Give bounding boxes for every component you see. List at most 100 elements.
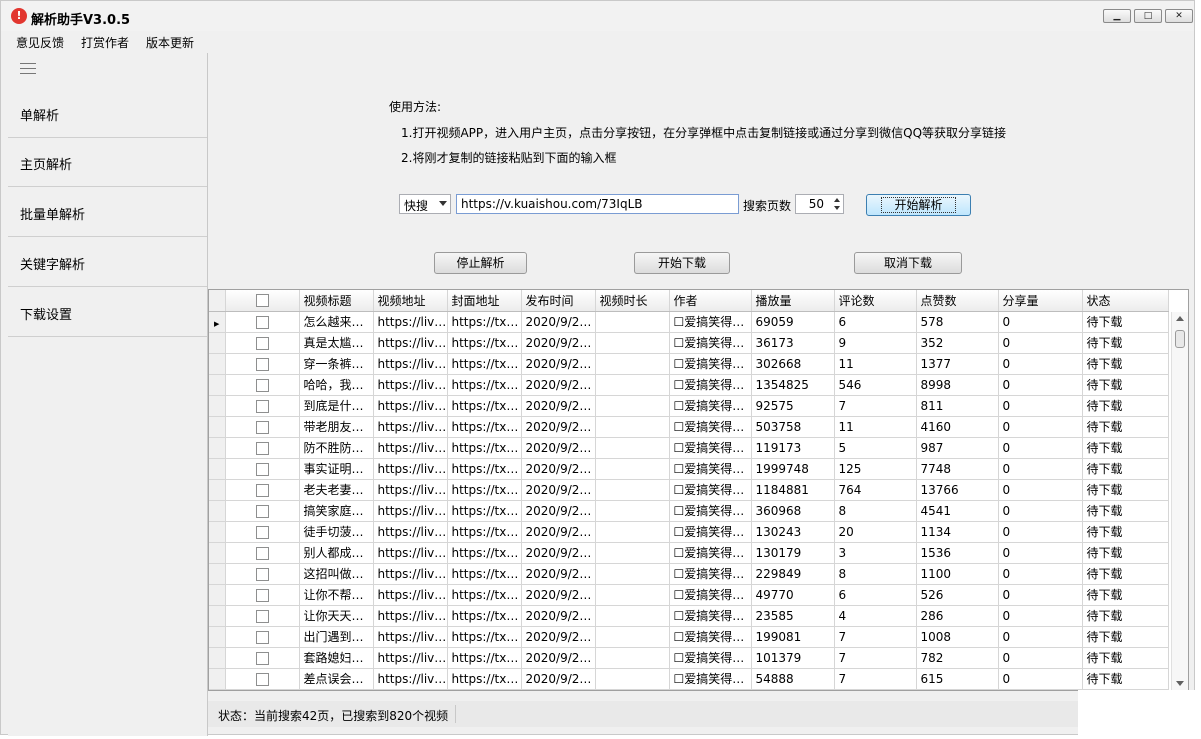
table-cell[interactable]: https://tx…: [447, 605, 522, 627]
table-cell[interactable]: 782: [916, 647, 999, 669]
table-cell[interactable]: ☐爱搞笑得…: [669, 521, 752, 543]
table-cell[interactable]: 526: [916, 584, 999, 606]
table-cell[interactable]: 8: [834, 500, 917, 522]
table-cell[interactable]: 待下载: [1082, 395, 1169, 417]
table-cell[interactable]: 1354825: [751, 374, 835, 396]
column-header[interactable]: 视频标题: [299, 290, 374, 312]
table-cell[interactable]: 老夫老妻…: [299, 479, 374, 501]
table-cell[interactable]: 让你不帮…: [299, 584, 374, 606]
table-cell[interactable]: 0: [998, 647, 1083, 669]
table-cell[interactable]: 2020/9/2…: [521, 605, 596, 627]
stop-parse-button[interactable]: 停止解析: [434, 252, 527, 274]
table-cell[interactable]: 0: [998, 500, 1083, 522]
table-cell[interactable]: https://tx…: [447, 353, 522, 375]
table-cell[interactable]: 待下载: [1082, 668, 1169, 690]
table-cell[interactable]: https://tx…: [447, 332, 522, 354]
column-header[interactable]: 封面地址: [447, 290, 522, 312]
table-cell[interactable]: 2020/9/2…: [521, 584, 596, 606]
table-cell[interactable]: 0: [998, 563, 1083, 585]
table-cell[interactable]: 352: [916, 332, 999, 354]
table-cell[interactable]: ☐爱搞笑得…: [669, 458, 752, 480]
table-cell[interactable]: 1100: [916, 563, 999, 585]
stepper-down-icon[interactable]: [834, 206, 840, 210]
table-cell[interactable]: 待下载: [1082, 311, 1169, 333]
table-cell[interactable]: https://liv…: [373, 563, 448, 585]
table-row[interactable]: 到底是什… https://liv… https://tx… 2020/9/2… ☐爱搞…: [209, 395, 1169, 417]
table-cell[interactable]: ☐爱搞笑得…: [669, 500, 752, 522]
table-cell[interactable]: https://liv…: [373, 311, 448, 333]
table-cell[interactable]: https://tx…: [447, 437, 522, 459]
platform-select[interactable]: 快搜: [399, 194, 451, 214]
column-header[interactable]: 发布时间: [521, 290, 596, 312]
table-cell[interactable]: https://liv…: [373, 605, 448, 627]
table-cell[interactable]: https://liv…: [373, 458, 448, 480]
table-cell[interactable]: [595, 500, 670, 522]
table-cell[interactable]: 13766: [916, 479, 999, 501]
row-checkbox[interactable]: [225, 542, 300, 564]
table-cell[interactable]: https://liv…: [373, 416, 448, 438]
table-cell[interactable]: 2020/9/2…: [521, 395, 596, 417]
table-cell[interactable]: 49770: [751, 584, 835, 606]
table-cell[interactable]: 125: [834, 458, 917, 480]
table-cell[interactable]: [595, 458, 670, 480]
table-cell[interactable]: 0: [998, 521, 1083, 543]
table-cell[interactable]: 4541: [916, 500, 999, 522]
table-cell[interactable]: 1184881: [751, 479, 835, 501]
close-button[interactable]: ✕: [1165, 9, 1193, 23]
row-header[interactable]: [209, 458, 226, 480]
table-cell[interactable]: 待下载: [1082, 626, 1169, 648]
table-cell[interactable]: [595, 542, 670, 564]
table-cell[interactable]: https://liv…: [373, 542, 448, 564]
table-cell[interactable]: 0: [998, 437, 1083, 459]
table-cell[interactable]: 130179: [751, 542, 835, 564]
vertical-scrollbar[interactable]: [1171, 312, 1188, 690]
table-cell[interactable]: https://liv…: [373, 395, 448, 417]
table-cell[interactable]: ☐爱搞笑得…: [669, 437, 752, 459]
pages-stepper[interactable]: 50: [795, 194, 844, 214]
row-header[interactable]: ▶: [209, 311, 226, 333]
table-cell[interactable]: 615: [916, 668, 999, 690]
row-checkbox[interactable]: [225, 458, 300, 480]
table-cell[interactable]: 待下载: [1082, 458, 1169, 480]
table-cell[interactable]: [595, 437, 670, 459]
row-checkbox[interactable]: [225, 416, 300, 438]
table-cell[interactable]: 带老朋友…: [299, 416, 374, 438]
table-cell[interactable]: 119173: [751, 437, 835, 459]
table-cell[interactable]: https://tx…: [447, 668, 522, 690]
table-cell[interactable]: 6: [834, 311, 917, 333]
table-cell[interactable]: [595, 521, 670, 543]
table-cell[interactable]: 0: [998, 584, 1083, 606]
table-cell[interactable]: https://tx…: [447, 584, 522, 606]
table-cell[interactable]: 2020/9/2…: [521, 479, 596, 501]
table-cell[interactable]: 0: [998, 542, 1083, 564]
table-cell[interactable]: 2020/9/2…: [521, 563, 596, 585]
table-cell[interactable]: ☐爱搞笑得…: [669, 395, 752, 417]
table-cell[interactable]: 0: [998, 626, 1083, 648]
table-cell[interactable]: ☐爱搞笑得…: [669, 563, 752, 585]
column-header[interactable]: 分享量: [998, 290, 1083, 312]
table-cell[interactable]: 302668: [751, 353, 835, 375]
table-cell[interactable]: https://tx…: [447, 563, 522, 585]
table-cell[interactable]: 哈哈，我…: [299, 374, 374, 396]
table-cell[interactable]: 2020/9/2…: [521, 668, 596, 690]
stepper-up-icon[interactable]: [834, 198, 840, 202]
row-header[interactable]: [209, 647, 226, 669]
table-cell[interactable]: 0: [998, 332, 1083, 354]
table-cell[interactable]: 2020/9/2…: [521, 647, 596, 669]
table-cell[interactable]: 2020/9/2…: [521, 500, 596, 522]
row-header[interactable]: [209, 584, 226, 606]
table-cell[interactable]: ☐爱搞笑得…: [669, 605, 752, 627]
table-cell[interactable]: 待下载: [1082, 416, 1169, 438]
table-cell[interactable]: 546: [834, 374, 917, 396]
table-cell[interactable]: 3: [834, 542, 917, 564]
table-cell[interactable]: 101379: [751, 647, 835, 669]
table-cell[interactable]: 199081: [751, 626, 835, 648]
minimize-button[interactable]: ▁: [1103, 9, 1131, 23]
table-row[interactable]: 让你天天… https://liv… https://tx… 2020/9/2… ☐爱搞…: [209, 605, 1169, 627]
table-cell[interactable]: 待下载: [1082, 374, 1169, 396]
table-cell[interactable]: 2020/9/2…: [521, 416, 596, 438]
table-cell[interactable]: 待下载: [1082, 437, 1169, 459]
column-header[interactable]: 视频时长: [595, 290, 670, 312]
table-cell[interactable]: ☐爱搞笑得…: [669, 374, 752, 396]
table-cell[interactable]: https://tx…: [447, 395, 522, 417]
